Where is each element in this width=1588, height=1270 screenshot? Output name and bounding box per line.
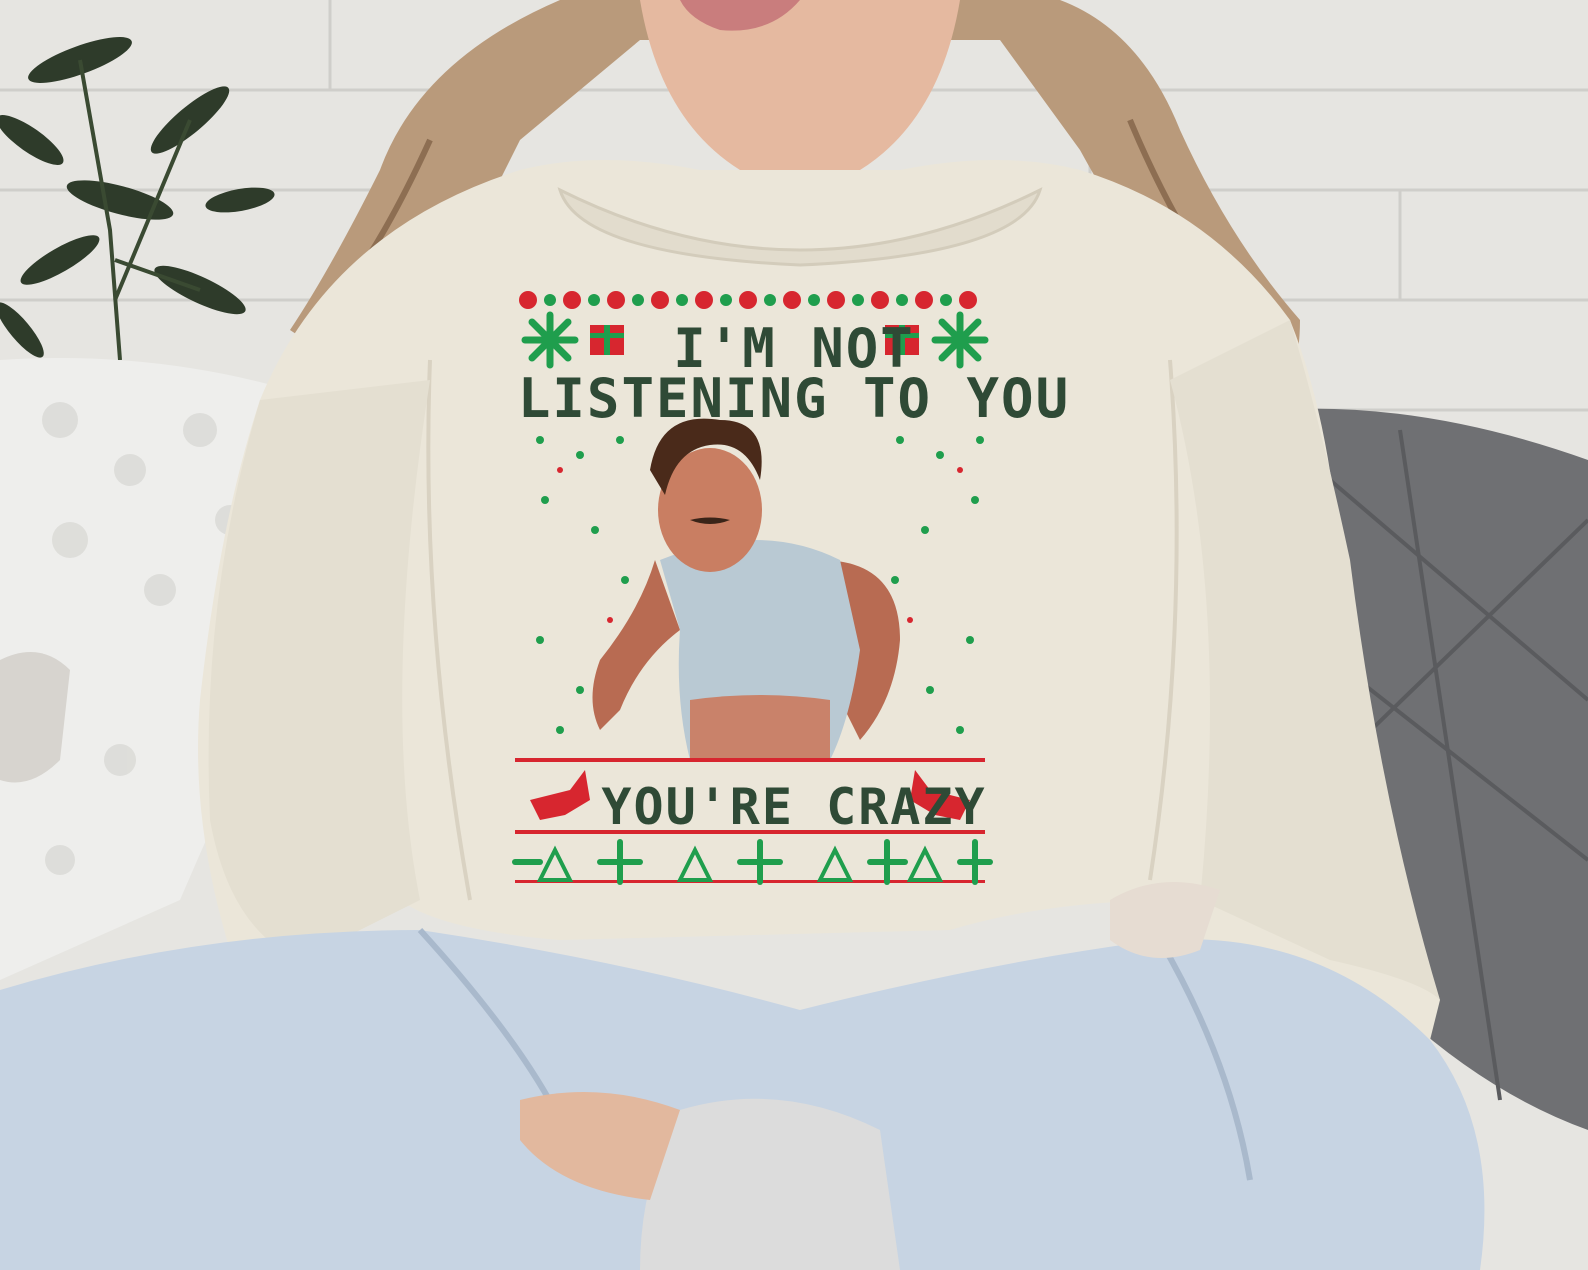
print-line-2: LISTENING TO YOU xyxy=(517,367,1071,430)
product-photo xyxy=(0,0,1588,1270)
print-line-3: YOU'RE CRAZY xyxy=(601,778,987,836)
sock xyxy=(640,1098,900,1270)
